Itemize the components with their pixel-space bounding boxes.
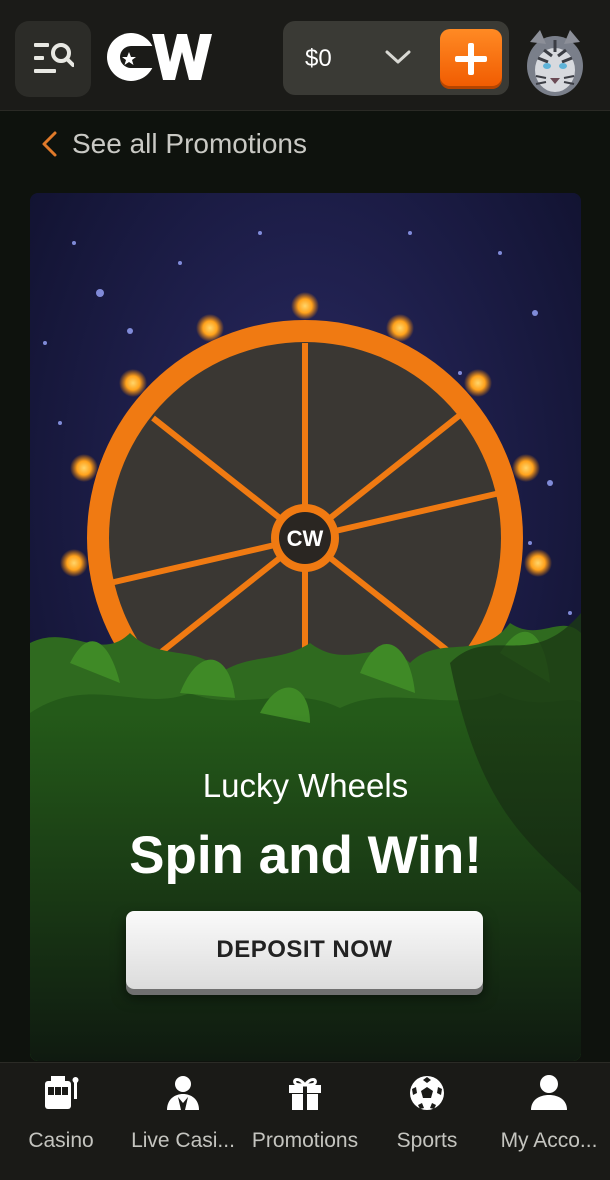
user-icon	[531, 1075, 567, 1110]
nav-casino-label: Casino	[28, 1129, 94, 1152]
promo-title: Spin and Win!	[129, 826, 482, 885]
tiger-avatar[interactable]	[524, 28, 586, 98]
chevron-down-icon[interactable]	[385, 49, 411, 65]
menu-button[interactable]	[15, 21, 91, 97]
soccer-ball-icon	[410, 1076, 444, 1110]
promo-subtitle: Lucky Wheels	[202, 767, 409, 804]
nav-sports[interactable]: Sports	[366, 1063, 488, 1180]
gift-icon	[289, 1078, 321, 1110]
bottom-nav: Casino Live Casi... Promotions Sports My…	[0, 1062, 610, 1180]
slot-machine-icon	[45, 1076, 79, 1109]
deposit-plus-button[interactable]	[440, 29, 502, 89]
nav-promotions[interactable]: Promotions	[244, 1063, 366, 1180]
promo-banner: CW Lucky Wheels Spin and Win! DEPOSIT NO…	[30, 193, 581, 1061]
cw-logo[interactable]	[104, 28, 214, 86]
nav-live-casino[interactable]: Live Casi...	[122, 1063, 244, 1180]
nav-live-casino-label: Live Casi...	[131, 1129, 235, 1152]
nav-sports-label: Sports	[396, 1129, 458, 1152]
nav-promotions-label: Promotions	[251, 1129, 359, 1152]
plus-icon	[455, 43, 487, 75]
dealer-icon	[167, 1076, 199, 1110]
menu-search-icon	[34, 43, 74, 73]
svg-text:CW: CW	[287, 526, 324, 551]
see-all-promotions-link[interactable]: See all Promotions	[40, 124, 307, 164]
nav-my-account[interactable]: My Acco...	[488, 1063, 610, 1180]
balance-amount: $0	[305, 45, 332, 72]
wallet-balance[interactable]: $0	[283, 21, 509, 95]
chevron-left-icon	[42, 131, 57, 157]
nav-casino[interactable]: Casino	[0, 1063, 122, 1180]
back-link-label: See all Promotions	[72, 128, 308, 159]
nav-my-account-label: My Acco...	[500, 1129, 598, 1152]
top-header: $0	[0, 0, 610, 111]
deposit-now-button[interactable]: DEPOSIT NOW	[126, 911, 483, 989]
